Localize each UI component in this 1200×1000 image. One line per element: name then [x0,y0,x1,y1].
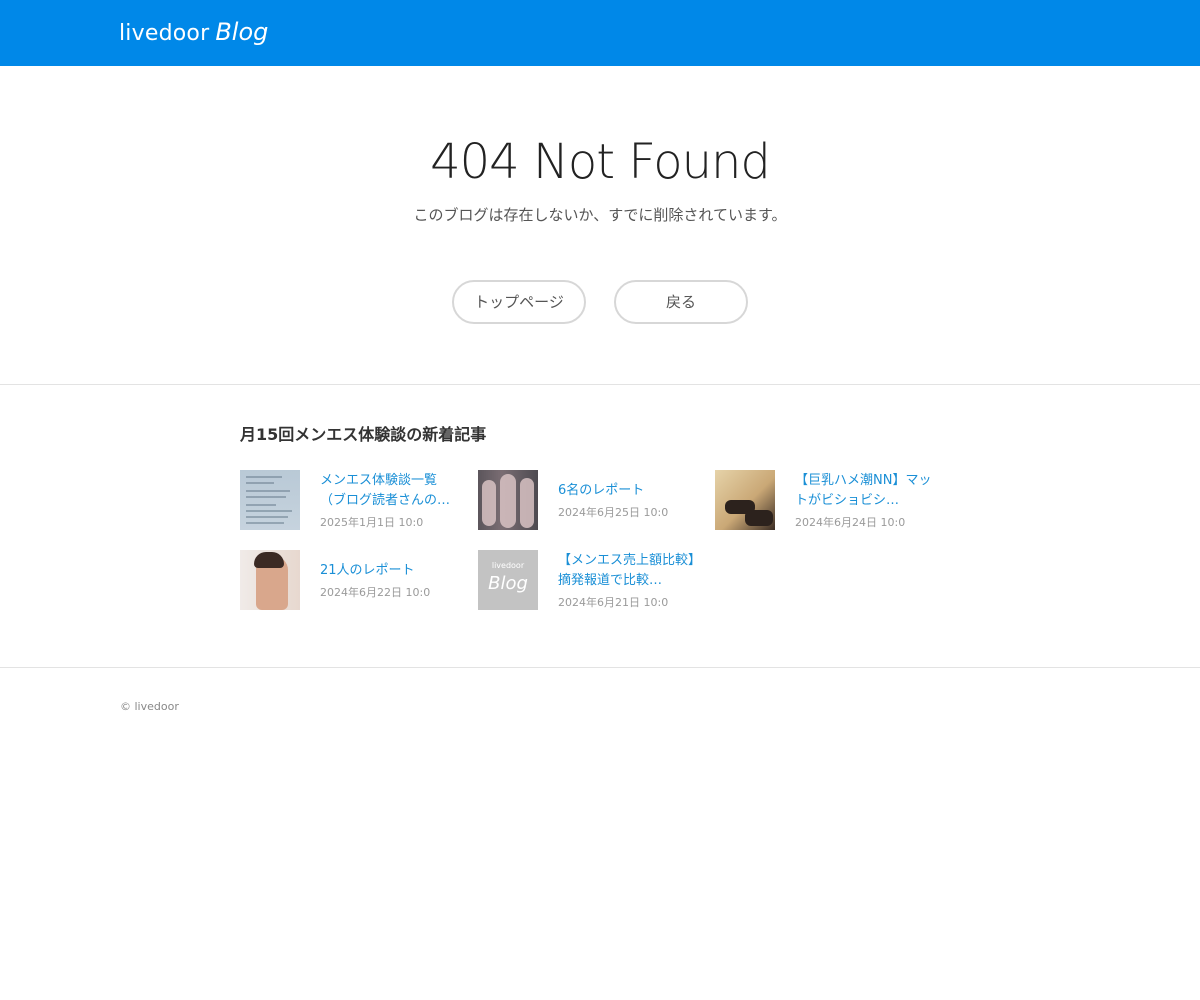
top-page-button[interactable]: トップページ [452,280,586,324]
logo-word: livedoor [119,21,210,46]
article-thumbnail[interactable] [240,470,300,530]
article-body: 【巨乳ハメ潮NN】マットがビショビシ… 2024年6月24日 10:0 [795,470,935,530]
article-body: 【メンエス売上額比較】摘発報道で比較… 2024年6月21日 10:0 [558,550,698,610]
error-title: 404 Not Found [430,134,771,190]
placeholder-logo-word: livedoor [491,561,525,570]
article-date: 2025年1月1日 10:0 [320,515,424,529]
article-title-link[interactable]: 21人のレポート [320,561,460,581]
error-message: このブログは存在しないか、すでに削除されています。 [413,206,787,224]
footer-divider [0,667,1200,668]
article-date: 2024年6月25日 10:0 [558,505,669,519]
article-item[interactable]: 21人のレポート 2024年6月22日 10:0 [240,550,470,610]
article-thumbnail[interactable] [240,550,300,610]
article-thumbnail[interactable] [478,470,538,530]
site-header: livedoor Blog [0,0,1200,66]
article-thumbnail[interactable] [715,470,775,530]
article-item[interactable]: livedoor Blog 【メンエス売上額比較】摘発報道で比較… 2024年6… [478,550,708,610]
article-title-link[interactable]: 6名のレポート [558,481,698,501]
article-body: メンエス体験談一覧（ブログ読者さんの… 2025年1月1日 10:0 [320,470,460,530]
article-date: 2024年6月21日 10:0 [558,595,669,609]
article-item[interactable]: 【巨乳ハメ潮NN】マットがビショビシ… 2024年6月24日 10:0 [715,470,945,530]
logo-blog: Blog [215,18,269,46]
article-item[interactable]: メンエス体験談一覧（ブログ読者さんの… 2025年1月1日 10:0 [240,470,470,530]
footer-copyright: © livedoor [120,700,179,713]
error-section: 404 Not Found このブログは存在しないか、すでに削除されています。 … [0,66,1200,384]
article-title-link[interactable]: 【メンエス売上額比較】摘発報道で比較… [558,551,698,591]
error-actions: トップページ 戻る [0,280,1200,324]
article-date: 2024年6月24日 10:0 [795,515,906,529]
recent-articles-heading: 月15回メンエス体験談の新着記事 [240,425,487,444]
article-title-link[interactable]: 【巨乳ハメ潮NN】マットがビショビシ… [795,471,935,511]
back-button[interactable]: 戻る [614,280,748,324]
blog-placeholder-thumbnail[interactable]: livedoor Blog [478,550,538,610]
article-date: 2024年6月22日 10:0 [320,585,431,599]
article-body: 21人のレポート 2024年6月22日 10:0 [320,550,460,610]
section-divider [0,384,1200,385]
article-body: 6名のレポート 2024年6月25日 10:0 [558,470,698,530]
placeholder-logo-blog: Blog [488,573,528,594]
livedoor-blog-logo[interactable]: livedoor Blog [119,15,268,49]
article-title-link[interactable]: メンエス体験談一覧（ブログ読者さんの… [320,471,460,511]
article-item[interactable]: 6名のレポート 2024年6月25日 10:0 [478,470,708,530]
